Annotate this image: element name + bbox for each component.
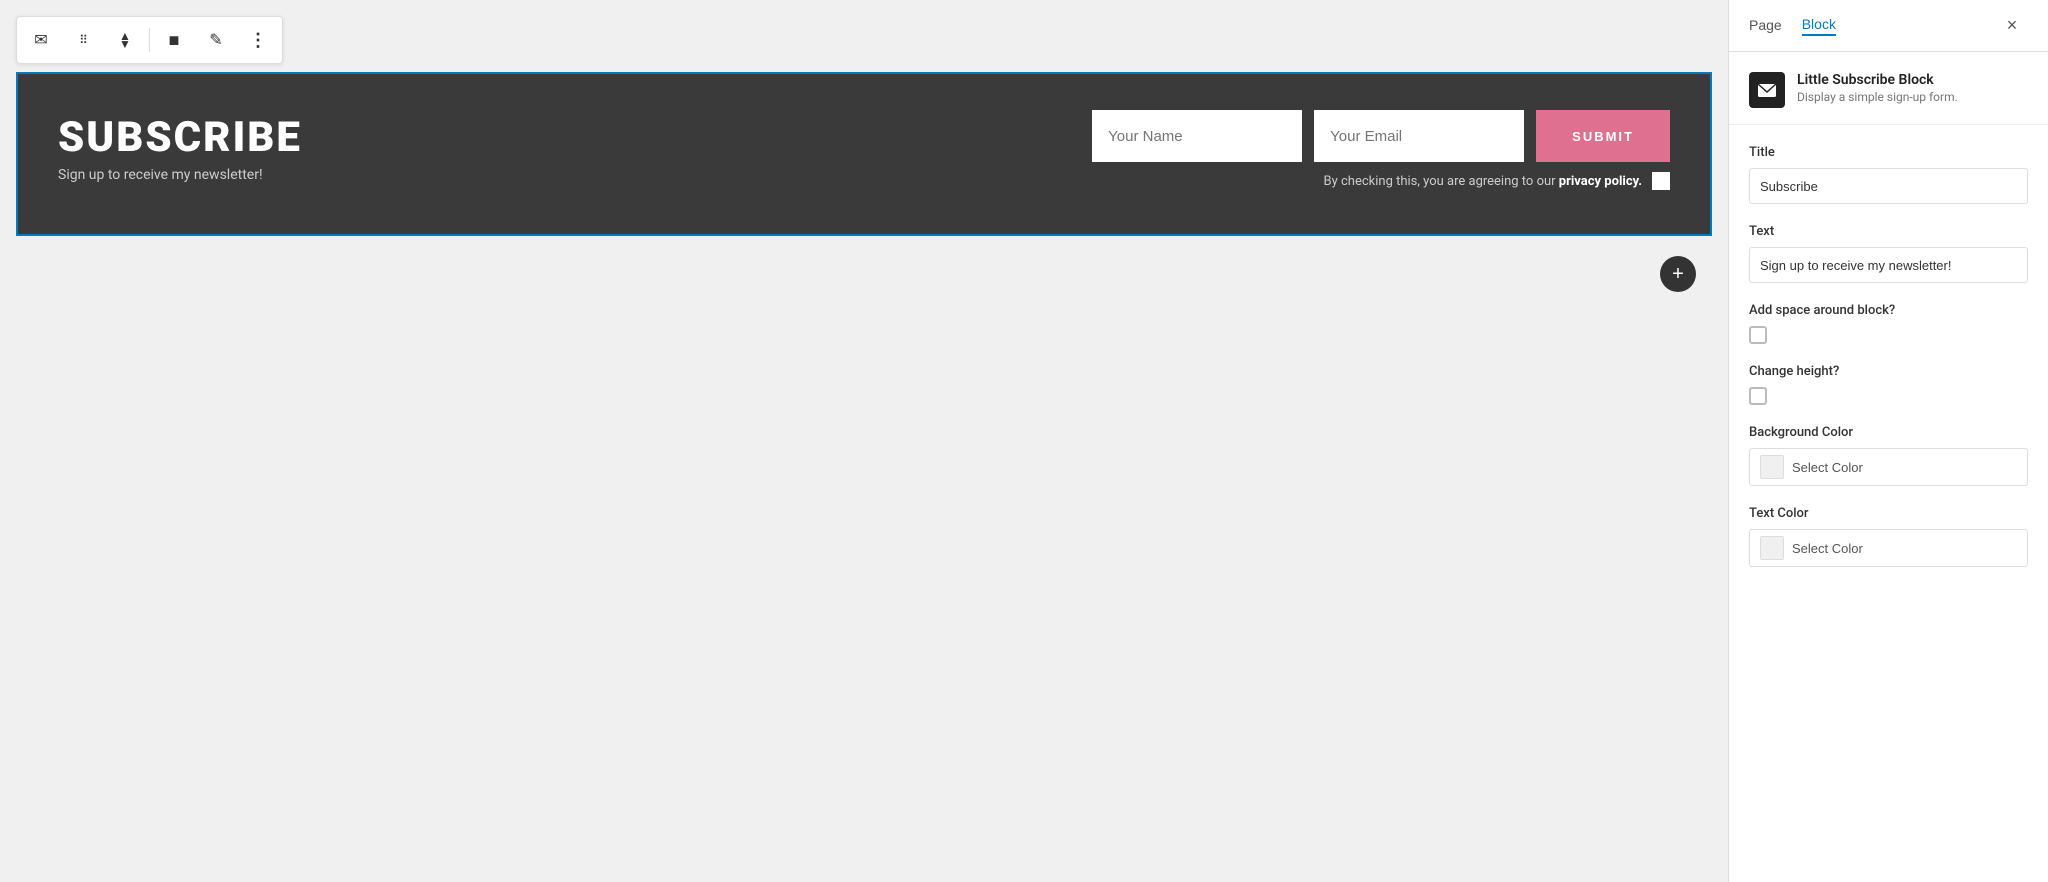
block-info-text: Little Subscribe Block Display a simple … (1797, 72, 1958, 104)
subscribe-block-wrapper: SUBSCRIBE Sign up to receive my newslett… (16, 72, 1712, 236)
submit-button[interactable]: SUBMIT (1536, 110, 1670, 162)
block-toolbar: ✉ ⠿ ▲▼ ■ ✎ ⋮ (16, 16, 283, 64)
text-color-select-label: Select Color (1792, 541, 1863, 556)
change-height-checkbox[interactable] (1749, 387, 1767, 405)
sidebar-fields: Title Text Add space around block? Chang… (1729, 125, 2048, 587)
text-color-select-button[interactable]: Select Color (1749, 529, 2028, 567)
add-block-button[interactable]: + (1660, 256, 1696, 292)
email-input[interactable] (1314, 110, 1524, 162)
sidebar-close-button[interactable]: × (1996, 10, 2028, 42)
change-height-label: Change height? (1749, 364, 2028, 379)
editor-area: ✉ ⠿ ▲▼ ■ ✎ ⋮ SUBSCRIBE (0, 0, 1728, 882)
sidebar-tabs: Page Block (1749, 16, 1996, 36)
sidebar-block-info: Little Subscribe Block Display a simple … (1729, 52, 2048, 125)
change-height-checkbox-row (1749, 387, 2028, 405)
text-color-label: Text Color (1749, 506, 2028, 521)
block-type-button[interactable]: ■ (154, 20, 194, 60)
add-space-label: Add space around block? (1749, 303, 2028, 318)
block-name-label: Little Subscribe Block (1797, 72, 1958, 88)
text-color-field-group: Text Color Select Color (1749, 506, 2028, 567)
subscribe-content: SUBSCRIBE Sign up to receive my newslett… (58, 110, 1670, 210)
subscribe-subtitle: Sign up to receive my newsletter! (58, 167, 302, 183)
sidebar-header: Page Block × (1729, 0, 2048, 52)
title-field-group: Title (1749, 145, 2028, 204)
subscribe-inputs: SUBMIT (322, 110, 1670, 162)
add-block-area: + (0, 244, 1728, 304)
drag-handle-button[interactable]: ⠿ (63, 20, 103, 60)
text-field-group: Text (1749, 224, 2028, 283)
bg-color-field-group: Background Color Select Color (1749, 425, 2028, 486)
add-space-checkbox[interactable] (1749, 326, 1767, 344)
block-type-icon (1749, 72, 1785, 108)
drag-icon: ⠿ (79, 33, 87, 47)
tab-block[interactable]: Block (1802, 16, 1836, 36)
title-field-label: Title (1749, 145, 2028, 160)
block-icon: ■ (169, 30, 180, 51)
more-icon: ⋮ (249, 30, 267, 51)
edit-button[interactable]: ✎ (196, 20, 236, 60)
policy-checkbox[interactable] (1652, 172, 1670, 190)
bg-color-swatch (1760, 455, 1784, 479)
pencil-icon: ✎ (209, 30, 222, 50)
add-space-checkbox-row (1749, 326, 2028, 344)
text-field-input[interactable] (1749, 247, 2028, 283)
block-description-label: Display a simple sign-up form. (1797, 90, 1958, 104)
policy-text: By checking this, you are agreeing to ou… (1324, 174, 1643, 189)
chevron-updown-icon: ▲▼ (119, 32, 131, 49)
subscribe-title-area: SUBSCRIBE Sign up to receive my newslett… (58, 117, 302, 183)
mail-icon (1757, 80, 1777, 100)
subscribe-form-area: SUBMIT By checking this, you are agreein… (322, 110, 1670, 190)
subscribe-title: SUBSCRIBE (58, 117, 302, 159)
bg-color-label: Background Color (1749, 425, 2028, 440)
text-field-label: Text (1749, 224, 2028, 239)
zigzag-decoration (58, 214, 1670, 234)
more-options-button[interactable]: ⋮ (238, 20, 278, 60)
move-up-down-button[interactable]: ▲▼ (105, 20, 145, 60)
email-icon: ✉ (34, 30, 47, 50)
text-color-swatch (1760, 536, 1784, 560)
tab-page[interactable]: Page (1749, 16, 1782, 36)
bg-color-select-button[interactable]: Select Color (1749, 448, 2028, 486)
email-icon-button[interactable]: ✉ (21, 20, 61, 60)
sidebar-panel: Page Block × Little Subscribe Block Disp… (1728, 0, 2048, 882)
bg-color-select-label: Select Color (1792, 460, 1863, 475)
policy-row: By checking this, you are agreeing to ou… (1324, 172, 1671, 190)
change-height-field-group: Change height? (1749, 364, 2028, 405)
name-input[interactable] (1092, 110, 1302, 162)
policy-link[interactable]: privacy policy. (1559, 174, 1642, 189)
add-space-field-group: Add space around block? (1749, 303, 2028, 344)
title-field-input[interactable] (1749, 168, 2028, 204)
toolbar-divider (149, 28, 150, 52)
subscribe-block: SUBSCRIBE Sign up to receive my newslett… (18, 74, 1710, 234)
